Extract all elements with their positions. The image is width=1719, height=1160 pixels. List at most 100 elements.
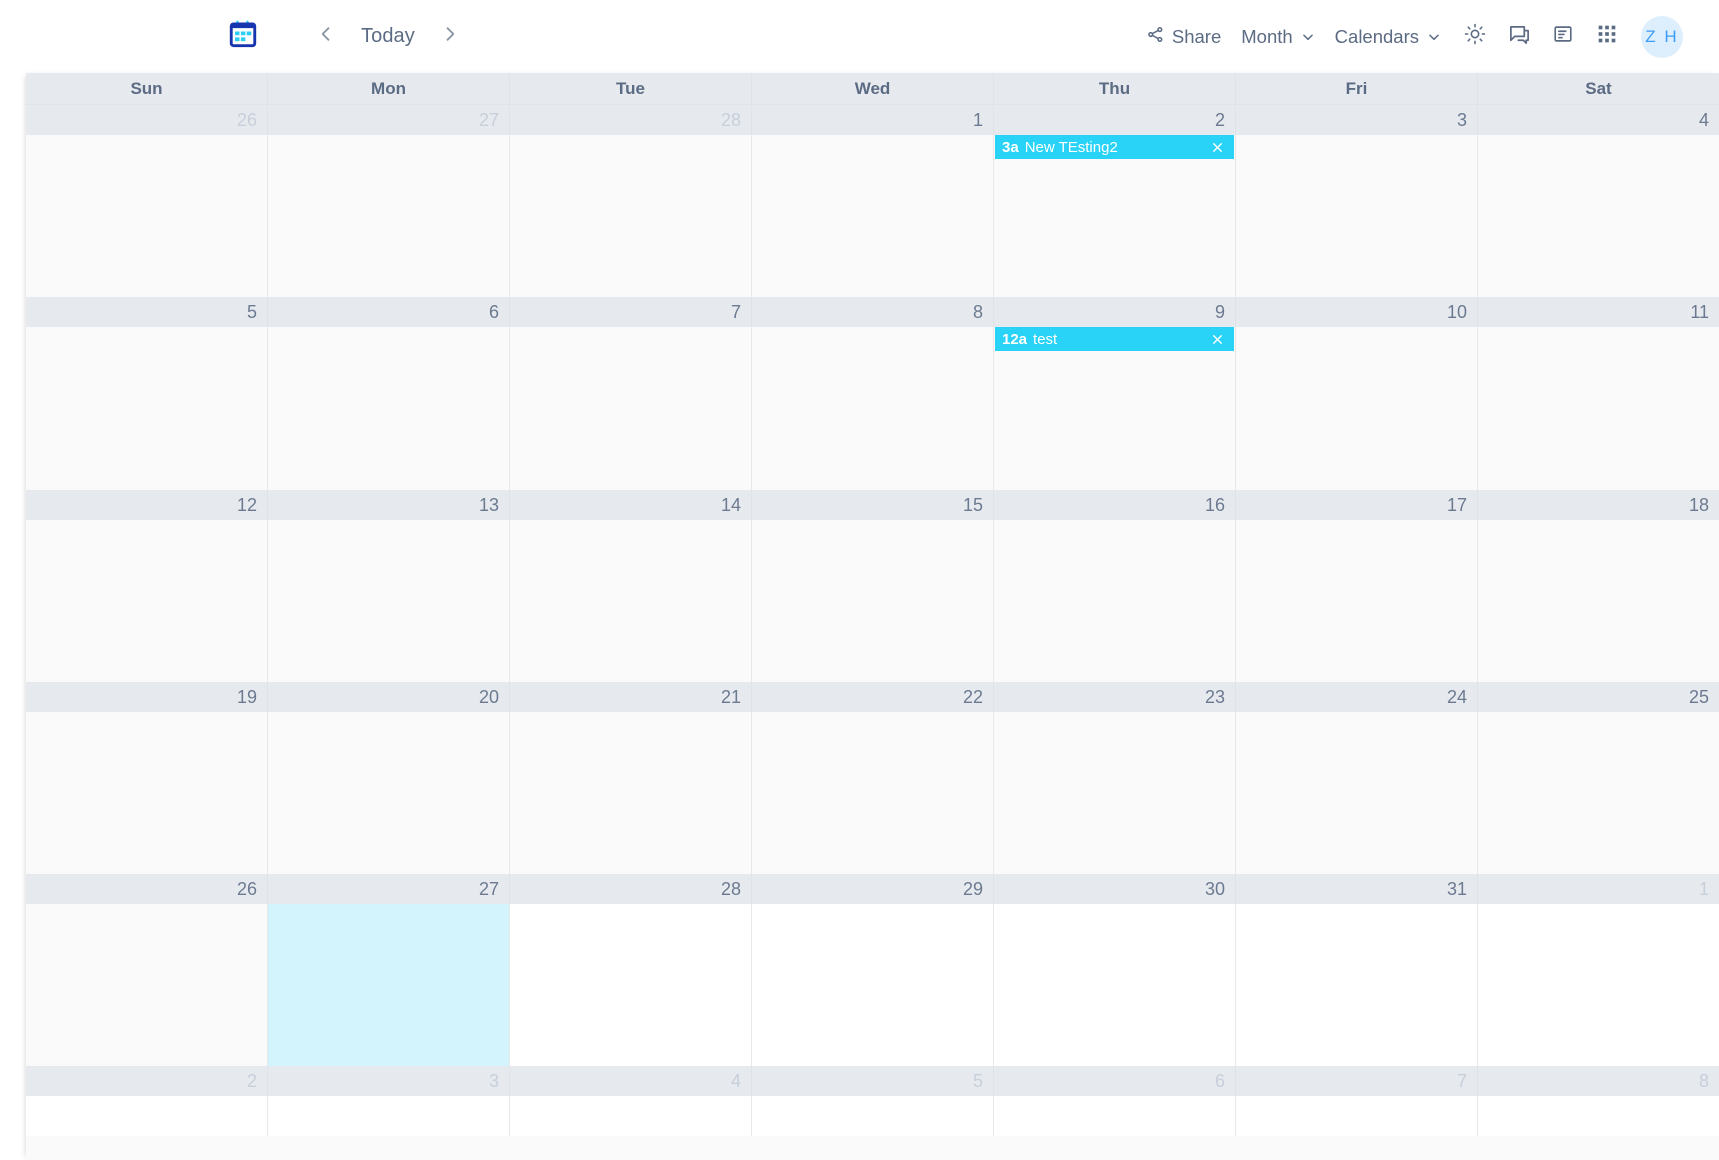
date-number-2[interactable]: 2 <box>26 1066 268 1096</box>
day-cell[interactable] <box>268 712 510 874</box>
brightness-button[interactable] <box>1455 17 1495 57</box>
close-icon[interactable] <box>1209 139 1225 155</box>
date-number-21[interactable]: 21 <box>510 682 752 712</box>
day-cell[interactable] <box>510 1096 752 1136</box>
day-cell[interactable] <box>26 1096 268 1136</box>
date-number-2[interactable]: 2 <box>994 105 1236 135</box>
day-cell[interactable] <box>268 327 510 490</box>
day-cell[interactable] <box>510 520 752 682</box>
day-cell[interactable] <box>1236 520 1478 682</box>
day-cell[interactable] <box>26 327 268 490</box>
calendars-dropdown[interactable]: Calendars <box>1325 20 1451 54</box>
day-cell[interactable] <box>994 1096 1236 1136</box>
close-icon[interactable] <box>1209 331 1225 347</box>
date-number-11[interactable]: 11 <box>1478 297 1719 327</box>
date-number-14[interactable]: 14 <box>510 490 752 520</box>
date-number-6[interactable]: 6 <box>994 1066 1236 1096</box>
date-number-3[interactable]: 3 <box>1236 105 1478 135</box>
date-number-19[interactable]: 19 <box>26 682 268 712</box>
date-number-26[interactable]: 26 <box>26 105 268 135</box>
day-cell[interactable] <box>994 904 1236 1066</box>
date-number-27[interactable]: 27 <box>268 105 510 135</box>
date-number-10[interactable]: 10 <box>1236 297 1478 327</box>
date-number-8[interactable]: 8 <box>1478 1066 1719 1096</box>
day-cell[interactable] <box>752 712 994 874</box>
date-number-13[interactable]: 13 <box>268 490 510 520</box>
chat-button[interactable] <box>1499 17 1539 57</box>
date-number-5[interactable]: 5 <box>752 1066 994 1096</box>
today-button[interactable]: Today <box>343 21 433 52</box>
day-cell[interactable] <box>1236 135 1478 297</box>
date-number-1[interactable]: 1 <box>1478 874 1719 904</box>
day-cell[interactable] <box>752 135 994 297</box>
date-number-29[interactable]: 29 <box>752 874 994 904</box>
day-cell[interactable]: 12atest <box>994 327 1236 490</box>
date-number-23[interactable]: 23 <box>994 682 1236 712</box>
date-number-27[interactable]: 27 <box>268 874 510 904</box>
day-cell[interactable] <box>268 135 510 297</box>
avatar[interactable]: Z H <box>1641 16 1683 58</box>
date-number-28[interactable]: 28 <box>510 874 752 904</box>
day-cell[interactable] <box>1478 904 1719 1066</box>
day-cell[interactable] <box>1478 327 1719 490</box>
date-number-26[interactable]: 26 <box>26 874 268 904</box>
day-cell[interactable] <box>752 327 994 490</box>
calendar-event[interactable]: 12atest <box>995 327 1234 351</box>
date-number-15[interactable]: 15 <box>752 490 994 520</box>
date-number-4[interactable]: 4 <box>510 1066 752 1096</box>
date-number-28[interactable]: 28 <box>510 105 752 135</box>
day-cell[interactable] <box>26 904 268 1066</box>
notes-button[interactable] <box>1543 17 1583 57</box>
day-cell[interactable] <box>510 327 752 490</box>
day-cell[interactable] <box>1478 1096 1719 1136</box>
apps-button[interactable] <box>1587 17 1627 57</box>
day-cell[interactable] <box>994 520 1236 682</box>
date-number-22[interactable]: 22 <box>752 682 994 712</box>
date-number-3[interactable]: 3 <box>268 1066 510 1096</box>
date-number-8[interactable]: 8 <box>752 297 994 327</box>
date-number-18[interactable]: 18 <box>1478 490 1719 520</box>
date-number-30[interactable]: 30 <box>994 874 1236 904</box>
date-number-7[interactable]: 7 <box>1236 1066 1478 1096</box>
date-number-4[interactable]: 4 <box>1478 105 1719 135</box>
calendar-event[interactable]: 3aNew TEsting2 <box>995 135 1234 159</box>
view-mode-dropdown[interactable]: Month <box>1231 20 1324 54</box>
day-cell[interactable] <box>268 1096 510 1136</box>
date-number-1[interactable]: 1 <box>752 105 994 135</box>
date-number-6[interactable]: 6 <box>268 297 510 327</box>
day-cell[interactable] <box>510 904 752 1066</box>
day-cell[interactable]: 3aNew TEsting2 <box>994 135 1236 297</box>
day-cell[interactable] <box>1236 712 1478 874</box>
date-number-25[interactable]: 25 <box>1478 682 1719 712</box>
day-cell[interactable] <box>26 520 268 682</box>
day-cell[interactable] <box>26 712 268 874</box>
day-cell[interactable] <box>994 712 1236 874</box>
date-number-17[interactable]: 17 <box>1236 490 1478 520</box>
day-cell[interactable] <box>752 1096 994 1136</box>
day-cell[interactable] <box>752 904 994 1066</box>
date-number-20[interactable]: 20 <box>268 682 510 712</box>
day-cell[interactable] <box>752 520 994 682</box>
day-cell[interactable] <box>510 712 752 874</box>
day-cell[interactable] <box>268 904 510 1066</box>
day-cell[interactable] <box>1236 327 1478 490</box>
day-cell[interactable] <box>268 520 510 682</box>
day-cell[interactable] <box>26 135 268 297</box>
day-cell[interactable] <box>1478 520 1719 682</box>
date-number-31[interactable]: 31 <box>1236 874 1478 904</box>
date-number-5[interactable]: 5 <box>26 297 268 327</box>
date-number-9[interactable]: 9 <box>994 297 1236 327</box>
date-number-24[interactable]: 24 <box>1236 682 1478 712</box>
next-period-button[interactable] <box>433 20 467 54</box>
day-cell[interactable] <box>510 135 752 297</box>
day-cell[interactable] <box>1236 1096 1478 1136</box>
day-cell[interactable] <box>1478 712 1719 874</box>
date-number-16[interactable]: 16 <box>994 490 1236 520</box>
day-cell[interactable] <box>1236 904 1478 1066</box>
date-number-7[interactable]: 7 <box>510 297 752 327</box>
calendar-logo-button[interactable] <box>222 16 264 58</box>
day-cell[interactable] <box>1478 135 1719 297</box>
date-number-12[interactable]: 12 <box>26 490 268 520</box>
prev-period-button[interactable] <box>309 20 343 54</box>
share-button[interactable]: Share <box>1136 19 1231 55</box>
